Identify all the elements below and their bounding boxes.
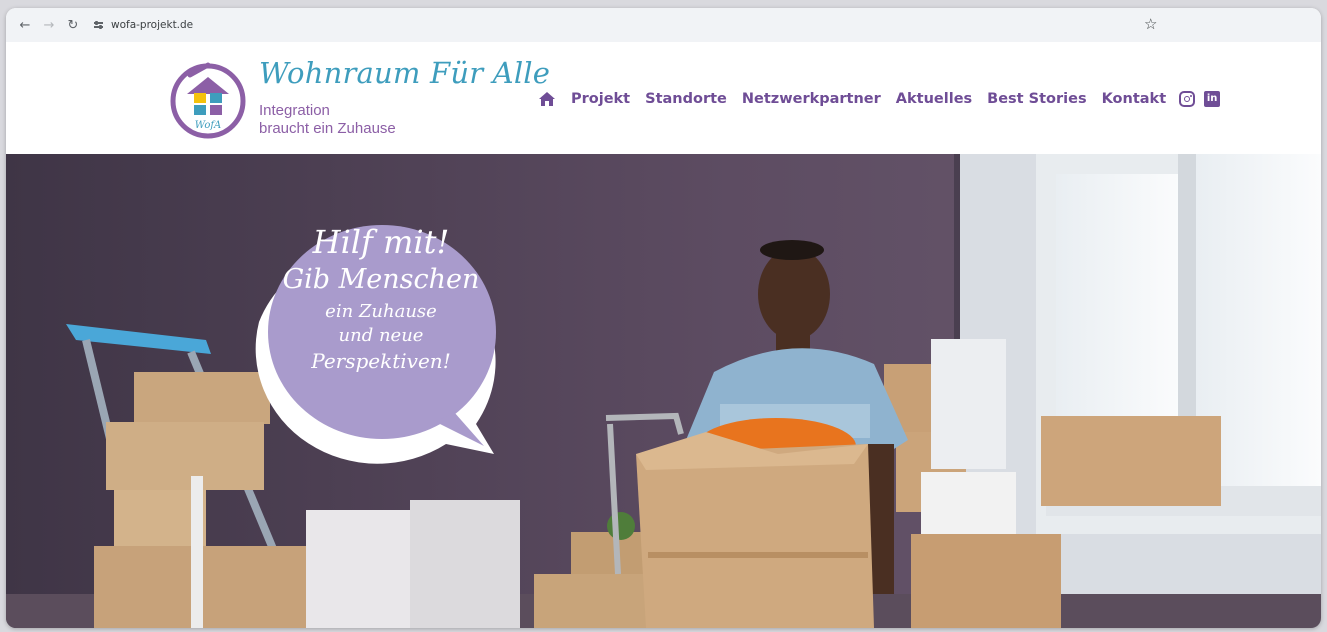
forward-icon[interactable]: → [38,14,60,36]
home-icon[interactable] [538,91,556,107]
bubble-line-1: Hilf mit! [312,223,450,261]
linkedin-icon[interactable]: in [1204,91,1221,107]
social-links: in [1179,91,1221,107]
logo-text: WofA [195,120,222,131]
nav-item-netzwerkpartner[interactable]: Netzwerkpartner [742,91,881,107]
instagram-icon[interactable] [1179,91,1196,107]
site-header: WofA Wohnraum Für Alle Integration brauc… [6,42,1321,154]
hero-banner: Hilf mit! Gib Menschen ein Zuhause und n… [6,154,1321,628]
bubble-line-3: ein Zuhause [325,301,437,322]
nav-item-best-stories[interactable]: Best Stories [987,91,1086,107]
bubble-headline: Hilf mit! Gib Menschen ein Zuhause und n… [259,216,503,371]
nav-item-kontakt[interactable]: Kontakt [1102,91,1167,107]
hero-photo [6,154,1321,628]
bubble-line-4: und neue [338,325,424,346]
bubble-line-5: Perspektiven! [311,349,451,373]
brand-subtitle-line2: braucht ein Zuhause [259,120,396,137]
nav-item-aktuelles[interactable]: Aktuelles [896,91,972,107]
url-text[interactable]: wofa-projekt.de [111,19,193,31]
back-icon[interactable]: ← [14,14,36,36]
bookmark-star-icon[interactable]: ☆ [1144,15,1157,33]
wofa-logo-icon[interactable]: WofA [168,61,248,141]
bubble-line-2: Gib Menschen [282,264,480,295]
main-navigation: Projekt Standorte Netzwerkpartner Aktuel… [538,91,1221,107]
site-settings-icon[interactable] [94,21,103,28]
nav-item-projekt[interactable]: Projekt [571,91,630,107]
nav-item-standorte[interactable]: Standorte [645,91,727,107]
browser-window: ← → ↻ wofa-projekt.de ☆ WofA Wohnraum Fü… [6,8,1321,628]
brand-subtitle-line1: Integration [259,102,330,119]
reload-icon[interactable]: ↻ [62,14,84,36]
browser-toolbar: ← → ↻ wofa-projekt.de ☆ [6,8,1321,42]
address-bar[interactable]: wofa-projekt.de [94,19,193,31]
brand-title[interactable]: Wohnraum Für Alle [259,56,550,90]
